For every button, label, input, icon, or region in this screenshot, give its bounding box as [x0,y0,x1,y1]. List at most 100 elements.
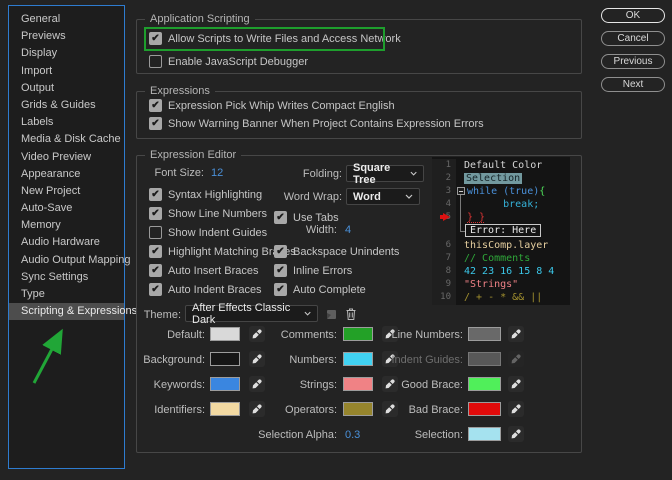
sidebar-item-import[interactable]: Import [9,63,124,80]
line-number: 9 [432,278,456,291]
show-line-numbers-checkbox[interactable]: ✔ Show Line Numbers [149,207,267,220]
color-indent-guides-label: Indent Guides: [391,354,463,366]
sidebar-item-audio-output-mapping[interactable]: Audio Output Mapping [9,252,130,269]
checkbox-checked-icon: ✔ [149,117,162,130]
code-line: 7 // Comments [432,252,570,265]
next-button[interactable]: Next [601,77,665,92]
line-number: 4 [432,198,456,211]
checkbox-checked-icon: ✔ [149,264,162,277]
code-token: { [539,186,546,197]
inline-errors-checkbox[interactable]: ✔ Inline Errors [274,264,352,277]
syntax-preview-panel: 1 Default Color 2 Selection 3 while (tru… [432,157,570,305]
eyedropper-icon[interactable] [508,326,524,342]
syntax-highlighting-label: Syntax Highlighting [168,188,263,201]
show-indent-guides-checkbox[interactable]: Show Indent Guides [149,226,267,239]
checkbox-unchecked-icon [149,226,162,239]
folding-value: Square Tree [353,161,391,186]
use-tabs-checkbox[interactable]: ✔ Use Tabs [274,211,339,224]
tab-width-value[interactable]: 4 [345,224,351,236]
sidebar-item-memory[interactable]: Memory [9,217,124,234]
word-wrap-label: Word Wrap: [283,191,342,203]
eyedropper-icon[interactable] [508,426,524,442]
sidebar-item-display[interactable]: Display [9,45,124,62]
code-token-bad-brace: } } [467,212,486,223]
color-good-brace-label: Good Brace: [401,379,463,391]
sidebar-item-general[interactable]: General [9,11,124,28]
theme-value: After Effects Classic Dark [192,301,291,326]
sidebar-item-labels[interactable]: Labels [9,114,124,131]
color-keywords-label: Keywords: [153,379,205,391]
warning-banner-checkbox[interactable]: ✔ Show Warning Banner When Project Conta… [149,117,484,130]
sidebar-item-output[interactable]: Output [9,80,124,97]
selection-alpha-label: Selection Alpha: [258,429,337,441]
checkbox-checked-icon: ✔ [149,188,162,201]
folding-dropdown[interactable]: Square Tree [346,162,424,186]
font-size-value[interactable]: 12 [211,167,223,179]
code-token: break; [467,199,540,210]
color-bad-brace-swatch[interactable] [468,402,501,416]
save-theme-icon[interactable] [324,307,338,321]
color-line-numbers-swatch[interactable] [468,327,501,341]
sidebar-item-appearance[interactable]: Appearance [9,166,124,183]
code-line: 4 break; [432,198,570,211]
allow-scripts-label: Allow Scripts to Write Files and Access … [168,32,401,45]
line-number: 2 [432,172,456,185]
code-line: 8 42 23 16 15 8 4 [432,265,570,278]
backspace-unindents-checkbox[interactable]: ✔ Backspace Unindents [274,245,399,258]
sidebar-item-video-preview[interactable]: Video Preview [9,149,124,166]
checkbox-checked-icon: ✔ [274,211,287,224]
checkbox-checked-icon: ✔ [149,99,162,112]
ok-button[interactable]: OK [601,8,665,23]
code-token: Default Color [464,160,543,171]
sidebar-item-audio-hardware[interactable]: Audio Hardware [9,234,124,251]
color-default-label: Default: [167,329,205,341]
sidebar-item-previews[interactable]: Previews [9,28,124,45]
sidebar-item-media-disk-cache[interactable]: Media & Disk Cache [9,131,124,148]
allow-scripts-checkbox[interactable]: ✔ Allow Scripts to Write Files and Acces… [149,32,401,45]
syntax-highlighting-checkbox[interactable]: ✔ Syntax Highlighting [149,188,262,201]
sidebar-item-sync-settings[interactable]: Sync Settings [9,269,124,286]
line-number: 6 [432,239,456,252]
auto-complete-label: Auto Complete [293,283,366,296]
enable-debugger-checkbox[interactable]: Enable JavaScript Debugger [149,55,308,68]
chevron-down-icon [405,194,413,199]
color-bad-brace-label: Bad Brace: [408,404,463,416]
color-identifiers-label: Identifiers: [154,404,205,416]
cancel-button[interactable]: Cancel [601,31,665,46]
show-indent-guides-label: Show Indent Guides [168,226,268,239]
auto-indent-braces-checkbox[interactable]: ✔ Auto Indent Braces [149,283,262,296]
code-token: "Strings" [464,279,519,290]
word-wrap-value: Word [353,190,381,203]
sidebar-item-scripting-expressions[interactable]: Scripting & Expressions [9,303,137,321]
code-token: 42 23 16 15 8 4 [464,266,555,277]
eyedropper-icon[interactable] [508,401,524,417]
code-token-selected: Selection [464,173,523,184]
color-selection-swatch[interactable] [468,427,501,441]
previous-button[interactable]: Previous [601,54,665,69]
word-wrap-dropdown[interactable]: Word [346,188,420,205]
use-tabs-label: Use Tabs [293,211,339,224]
color-good-brace-swatch[interactable] [468,377,501,391]
checkbox-checked-icon: ✔ [149,283,162,296]
sidebar-item-grids-guides[interactable]: Grids & Guides [9,97,124,114]
color-strings-label: Strings: [299,379,337,391]
theme-dropdown[interactable]: After Effects Classic Dark [185,302,318,326]
checkbox-checked-icon: ✔ [274,283,287,296]
line-number-gutter [432,224,456,239]
color-background-label: Background: [143,354,205,366]
code-line: 10 / + - * && || [432,291,570,304]
sidebar-item-auto-save[interactable]: Auto-Save [9,200,124,217]
auto-insert-braces-checkbox[interactable]: ✔ Auto Insert Braces [149,264,259,277]
font-size-label: Font Size: [154,167,204,179]
chevron-down-icon [410,171,417,176]
code-line: 2 Selection [432,172,570,185]
eyedropper-icon[interactable] [508,376,524,392]
sidebar-item-new-project[interactable]: New Project [9,183,124,200]
code-token: thisComp.layer [464,240,549,251]
auto-complete-checkbox[interactable]: ✔ Auto Complete [274,283,366,296]
error-tooltip: Error: Here [465,224,542,237]
color-numbers-label: Numbers: [289,354,337,366]
sidebar-item-type[interactable]: Type [9,286,124,303]
pick-whip-checkbox[interactable]: ✔ Expression Pick Whip Writes Compact En… [149,99,395,112]
delete-theme-trash-icon[interactable] [344,306,358,321]
